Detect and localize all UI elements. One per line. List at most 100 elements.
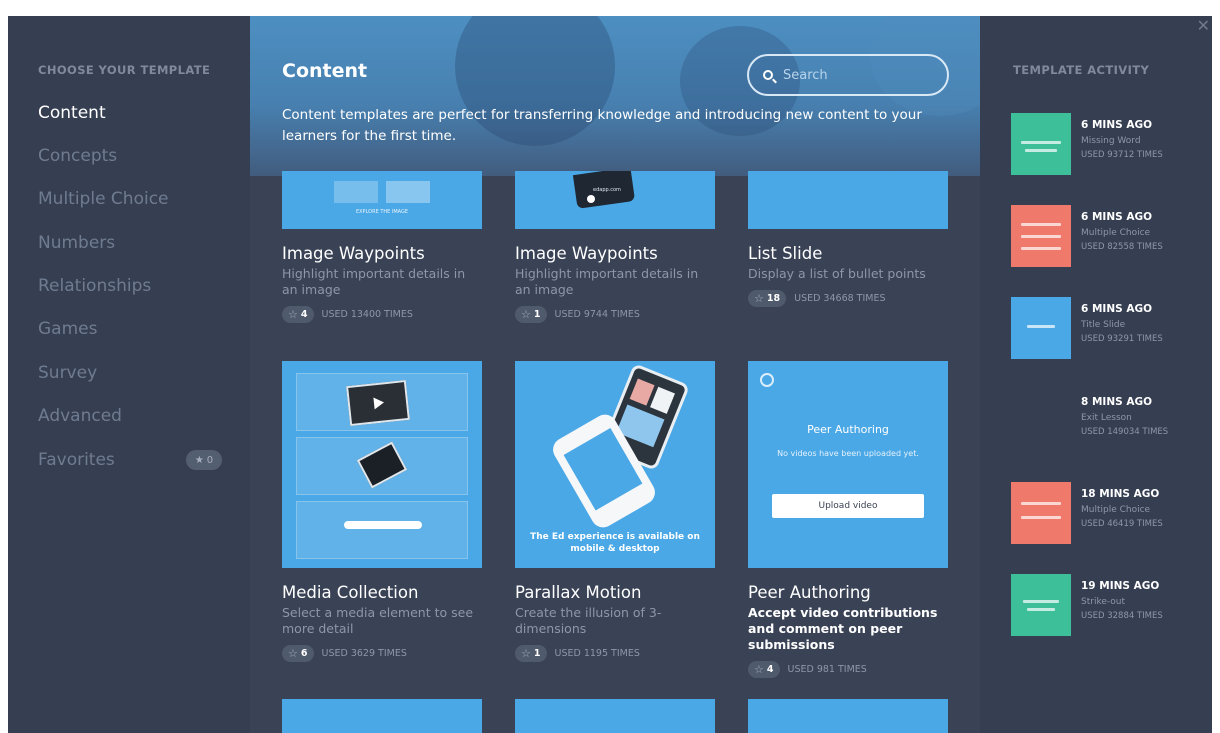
- play-icon: [373, 396, 385, 410]
- star-count: 6: [300, 648, 308, 659]
- thumbnail-arrow-box: [386, 181, 430, 203]
- activity-item[interactable]: 18 MINS AGO Multiple Choice USED 46419 T…: [1011, 482, 1201, 544]
- usage-count: USED 9744 TIMES: [554, 309, 640, 320]
- activity-title: TEMPLATE ACTIVITY: [1013, 63, 1150, 77]
- template-description: Create the illusion of 3-dimensions: [515, 605, 662, 636]
- template-card-list-slide[interactable]: List Slide Display a list of bullet poin…: [748, 171, 948, 307]
- template-name: Parallax Motion: [515, 583, 642, 602]
- template-thumbnail-partial[interactable]: [515, 699, 715, 733]
- activity-thumbnail: [1011, 390, 1071, 452]
- sidebar-item-games[interactable]: Games: [38, 314, 228, 344]
- template-meta: ☆ 18 USED 34668 TIMES: [748, 290, 948, 307]
- activity-template-name: Title Slide: [1081, 320, 1126, 330]
- search-box[interactable]: [747, 54, 949, 96]
- usage-count: USED 3629 TIMES: [321, 648, 407, 659]
- sidebar-item-concepts[interactable]: Concepts: [38, 141, 228, 171]
- favorite-button[interactable]: ☆ 18: [748, 290, 787, 307]
- template-card-media-collection[interactable]: Media Collection Select a media element …: [282, 361, 482, 662]
- sidebar-item-label: Numbers: [38, 233, 116, 253]
- template-card-image-waypoints[interactable]: EXPLORE THE IMAGE Image Waypoints Highli…: [282, 171, 482, 323]
- template-name: Media Collection: [282, 583, 419, 602]
- favorite-button[interactable]: ☆ 1: [515, 306, 547, 323]
- thumbnail-caption: edapp.com: [593, 187, 621, 193]
- thumbnail-panel: [296, 501, 468, 559]
- sidebar-item-multiple-choice[interactable]: Multiple Choice: [38, 184, 228, 214]
- template-meta: ☆ 1 USED 9744 TIMES: [515, 306, 715, 323]
- template-card-peer-authoring[interactable]: Peer Authoring No videos have been uploa…: [748, 361, 948, 678]
- activity-item[interactable]: 6 MINS AGO Multiple Choice USED 82558 TI…: [1011, 205, 1201, 267]
- activity-thumbnail: [1011, 297, 1071, 359]
- activity-time: 18 MINS AGO: [1081, 488, 1160, 500]
- star-icon: ☆: [521, 647, 531, 660]
- thumbnail-line: [1021, 223, 1061, 226]
- template-thumbnail-partial[interactable]: [748, 699, 948, 733]
- template-description: Highlight important details in an image: [515, 266, 699, 297]
- template-thumbnail: [282, 361, 482, 568]
- favorite-button[interactable]: ☆ 6: [282, 645, 314, 662]
- star-count: 4: [766, 664, 774, 675]
- thumbnail-video-frame: [346, 379, 410, 427]
- template-card-parallax-motion[interactable]: The Ed experience is available on mobile…: [515, 361, 715, 662]
- thumbnail-screen-tile: [650, 386, 675, 414]
- sidebar-item-content[interactable]: Content: [38, 98, 228, 128]
- activity-template-name: Multiple Choice: [1081, 505, 1151, 515]
- thumbnail-dot: [587, 195, 595, 203]
- sidebar-item-numbers[interactable]: Numbers: [38, 228, 228, 258]
- sidebar-item-advanced[interactable]: Advanced: [38, 401, 228, 431]
- template-description: Accept video contributions and comment o…: [748, 605, 938, 652]
- sidebar-item-favorites[interactable]: Favorites ★ 0: [38, 445, 228, 475]
- activity-item[interactable]: 6 MINS AGO Title Slide USED 93291 TIMES: [1011, 297, 1201, 359]
- activity-time: 6 MINS AGO: [1081, 303, 1152, 315]
- sidebar-item-label: Multiple Choice: [38, 189, 169, 209]
- sidebar-item-label: Concepts: [38, 146, 118, 166]
- sidebar-title: CHOOSE YOUR TEMPLATE: [38, 63, 211, 77]
- thumbnail-line: [1021, 247, 1061, 250]
- thumbnail-arrow-box: [334, 181, 378, 203]
- activity-usage-count: USED 46419 TIMES: [1081, 519, 1163, 529]
- usage-count: USED 981 TIMES: [787, 664, 867, 675]
- activity-thumbnail: [1011, 574, 1071, 636]
- thumbnail-line: [1021, 516, 1061, 519]
- page-description: Content templates are perfect for transf…: [282, 107, 922, 144]
- star-count: 1: [533, 648, 541, 659]
- template-description: Display a list of bullet points: [748, 266, 926, 281]
- search-icon: [763, 70, 773, 80]
- sidebar-item-label: Advanced: [38, 406, 122, 426]
- favorites-count: 0: [206, 454, 214, 466]
- thumbnail-line: [1021, 141, 1061, 144]
- favorite-button[interactable]: ☆ 4: [748, 661, 780, 678]
- favorite-button[interactable]: ☆ 1: [515, 645, 547, 662]
- no-video-icon: [760, 373, 774, 387]
- usage-count: USED 1195 TIMES: [554, 648, 640, 659]
- template-thumbnail: Peer Authoring No videos have been uploa…: [748, 361, 948, 568]
- activity-thumbnail: [1011, 113, 1071, 175]
- star-icon: ★: [194, 454, 204, 466]
- star-count: 18: [766, 293, 781, 304]
- activity-time: 6 MINS AGO: [1081, 211, 1152, 223]
- activity-time: 8 MINS AGO: [1081, 396, 1152, 408]
- template-card-image-waypoints-2[interactable]: edapp.com Image Waypoints Highlight impo…: [515, 171, 715, 323]
- thumbnail-line: [1025, 149, 1057, 152]
- template-meta: ☆ 1 USED 1195 TIMES: [515, 645, 715, 662]
- activity-item[interactable]: 19 MINS AGO Strike-out USED 32884 TIMES: [1011, 574, 1201, 636]
- template-thumbnail-partial[interactable]: [282, 699, 482, 733]
- thumbnail-line: [1023, 600, 1059, 603]
- activity-template-name: Exit Lesson: [1081, 413, 1132, 423]
- thumbnail-caption: The Ed experience is available on mobile…: [530, 532, 700, 554]
- activity-template-name: Strike-out: [1081, 597, 1126, 607]
- template-description: Select a media element to see more detai…: [282, 605, 474, 636]
- template-meta: ☆ 4 USED 981 TIMES: [748, 661, 948, 678]
- template-chooser-window: CHOOSE YOUR TEMPLATE Content Concepts Mu…: [8, 16, 1212, 733]
- star-icon: ☆: [288, 308, 298, 321]
- template-name: Image Waypoints: [515, 244, 658, 263]
- thumbnail-input-bar: [344, 521, 422, 529]
- sidebar-item-survey[interactable]: Survey: [38, 358, 228, 388]
- close-icon[interactable]: ✕: [1197, 16, 1210, 35]
- sidebar-item-relationships[interactable]: Relationships: [38, 271, 228, 301]
- search-input[interactable]: [783, 67, 923, 83]
- template-activity-panel: ✕ TEMPLATE ACTIVITY 6 MINS AGO Missing W…: [980, 16, 1212, 733]
- activity-item[interactable]: 8 MINS AGO Exit Lesson USED 149034 TIMES: [1011, 390, 1201, 452]
- template-thumbnail: The Ed experience is available on mobile…: [515, 361, 715, 568]
- activity-item[interactable]: 6 MINS AGO Missing Word USED 93712 TIMES: [1011, 113, 1201, 175]
- favorite-button[interactable]: ☆ 4: [282, 306, 314, 323]
